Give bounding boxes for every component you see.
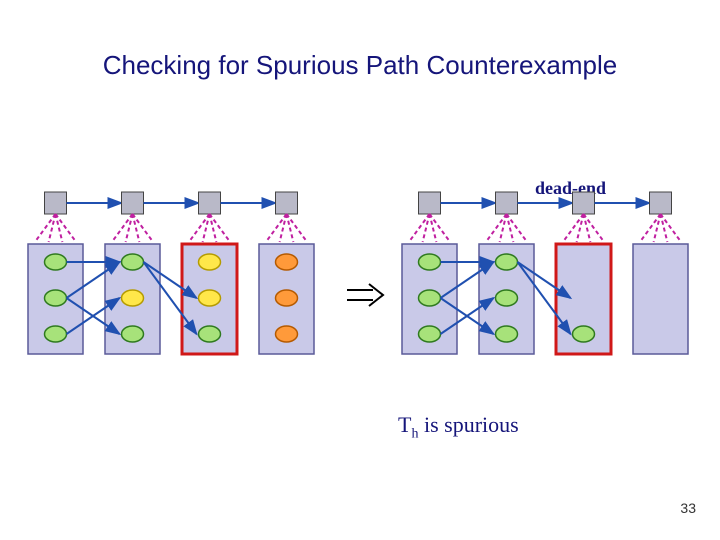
concrete-column (633, 244, 688, 354)
abstraction-edge (430, 214, 437, 242)
implies-arrow-icon (345, 280, 385, 320)
concrete-state (496, 254, 518, 270)
concrete-state (276, 254, 298, 270)
abstraction-edge (210, 214, 217, 242)
abstraction-edge (500, 214, 507, 242)
concrete-state (419, 326, 441, 342)
abstraction-edge (507, 214, 514, 242)
abstraction-edge (577, 214, 584, 242)
abstraction-edge (584, 214, 591, 242)
slide-title: Checking for Spurious Path Counterexampl… (0, 50, 720, 81)
concrete-state (496, 290, 518, 306)
concrete-state (419, 290, 441, 306)
left-diagram (18, 186, 338, 386)
concrete-state (45, 290, 67, 306)
concrete-state (573, 326, 595, 342)
concrete-state (122, 290, 144, 306)
abstract-state (45, 192, 67, 214)
abstract-state (573, 192, 595, 214)
abstract-state (276, 192, 298, 214)
concrete-state (45, 326, 67, 342)
abstraction-edge (49, 214, 56, 242)
abstraction-edge (133, 214, 140, 242)
concrete-state (496, 326, 518, 342)
concrete-state (199, 326, 221, 342)
abstraction-edge (126, 214, 133, 242)
concrete-state (45, 254, 67, 270)
concrete-state (276, 326, 298, 342)
abstract-state (419, 192, 441, 214)
concrete-state (122, 254, 144, 270)
right-diagram (392, 186, 712, 386)
abstraction-edge (423, 214, 430, 242)
abstraction-edge (280, 214, 287, 242)
page-number: 33 (680, 500, 696, 516)
abstraction-edge (203, 214, 210, 242)
abstraction-edge (56, 214, 63, 242)
concrete-state (199, 254, 221, 270)
abstract-state (496, 192, 518, 214)
abstract-state (650, 192, 672, 214)
concrete-state (276, 290, 298, 306)
concrete-state (122, 326, 144, 342)
spurious-caption: Th is spurious (398, 412, 519, 442)
concrete-state (419, 254, 441, 270)
caption-text: Th is spurious (398, 412, 519, 437)
abstraction-edge (287, 214, 294, 242)
concrete-state (199, 290, 221, 306)
abstract-state (122, 192, 144, 214)
abstraction-edge (654, 214, 661, 242)
abstraction-edge (661, 214, 668, 242)
abstract-state (199, 192, 221, 214)
